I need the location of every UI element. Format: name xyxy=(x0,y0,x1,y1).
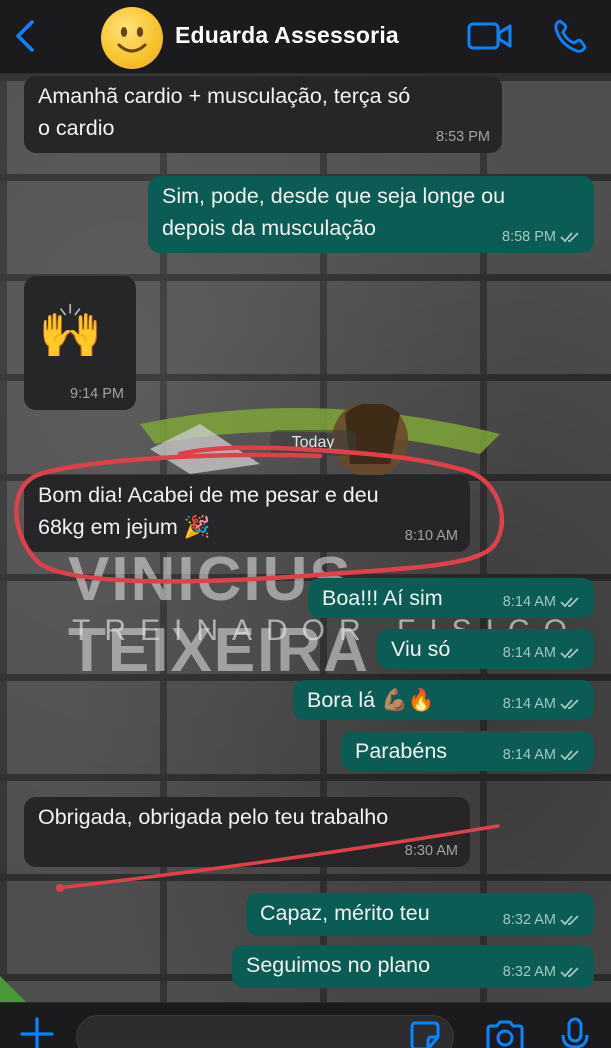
message-input[interactable] xyxy=(76,1015,454,1048)
incoming-emoji-message[interactable]: 🙌 9:14 PM xyxy=(24,276,136,410)
message-time: 8:53 PM xyxy=(436,129,490,145)
outgoing-message[interactable]: Sim, pode, desde que seja longe ou depoi… xyxy=(148,176,594,253)
video-call-icon[interactable] xyxy=(466,18,514,54)
smiley-face-icon xyxy=(117,27,147,53)
outgoing-message[interactable]: Viu só 8:14 AM xyxy=(377,629,594,669)
message-time: 8:32 AM xyxy=(502,964,556,980)
message-time: 9:14 PM xyxy=(70,386,124,402)
message-text: Bom dia! Acabei de me pesar e deu xyxy=(38,483,379,507)
outgoing-message[interactable]: Seguimos no plano 8:32 AM xyxy=(232,945,594,988)
message-composer xyxy=(0,1002,611,1048)
read-receipt-icon xyxy=(560,750,579,761)
contact-avatar[interactable] xyxy=(101,7,163,69)
contact-name[interactable]: Eduarda Assessoria xyxy=(175,22,399,49)
phone-call-icon[interactable] xyxy=(551,16,589,56)
back-chevron-icon[interactable] xyxy=(8,16,44,56)
incoming-message[interactable]: Obrigada, obrigada pelo teu trabalho 8:3… xyxy=(24,797,470,867)
camera-icon[interactable] xyxy=(484,1019,526,1048)
message-time: 8:14 AM xyxy=(502,696,556,712)
message-text: Amanhã cardio + musculação, terça só xyxy=(38,84,411,108)
microphone-icon[interactable] xyxy=(560,1017,590,1048)
date-separator: Today xyxy=(270,430,356,456)
message-time: 8:14 AM xyxy=(502,594,556,610)
message-time: 8:30 AM xyxy=(404,843,458,859)
read-receipt-icon xyxy=(560,597,579,608)
message-time: 8:58 PM xyxy=(502,229,556,245)
plus-icon[interactable] xyxy=(20,1017,54,1048)
outgoing-message[interactable]: Capaz, mérito teu 8:32 AM xyxy=(246,893,594,936)
incoming-message[interactable]: Amanhã cardio + musculação, terça só o c… xyxy=(24,76,502,153)
message-text: o cardio xyxy=(38,116,115,140)
wallpaper-green-corner xyxy=(0,976,26,1002)
incoming-message-highlighted[interactable]: Bom dia! Acabei de me pesar e deu 68kg e… xyxy=(24,475,470,552)
message-time: 8:32 AM xyxy=(502,912,556,928)
outgoing-message[interactable]: Bora lá 💪🏽🔥 8:14 AM xyxy=(293,680,594,720)
message-time: 8:10 AM xyxy=(404,528,458,544)
message-text: 68kg em jejum 🎉 xyxy=(38,515,211,539)
message-text: Obrigada, obrigada pelo teu trabalho xyxy=(38,805,389,829)
chat-area[interactable]: VINICIUS TEIXEIRA TREINADOR FÍSICO Amanh… xyxy=(0,74,611,1002)
raising-hands-emoji: 🙌 xyxy=(38,302,103,362)
read-receipt-icon xyxy=(560,915,579,926)
message-time: 8:14 AM xyxy=(502,645,556,661)
sticker-icon[interactable] xyxy=(408,1019,442,1048)
message-time: 8:14 AM xyxy=(502,747,556,763)
read-receipt-icon xyxy=(560,967,579,978)
outgoing-message[interactable]: Boa!!! Aí sim 8:14 AM xyxy=(308,578,594,618)
chat-header: Eduarda Assessoria xyxy=(0,0,611,74)
outgoing-message[interactable]: Parabéns 8:14 AM xyxy=(341,731,594,771)
read-receipt-icon xyxy=(560,699,579,710)
message-text: Sim, pode, desde que seja longe ou xyxy=(162,184,506,208)
read-receipt-icon xyxy=(560,232,579,243)
read-receipt-icon xyxy=(560,648,579,659)
